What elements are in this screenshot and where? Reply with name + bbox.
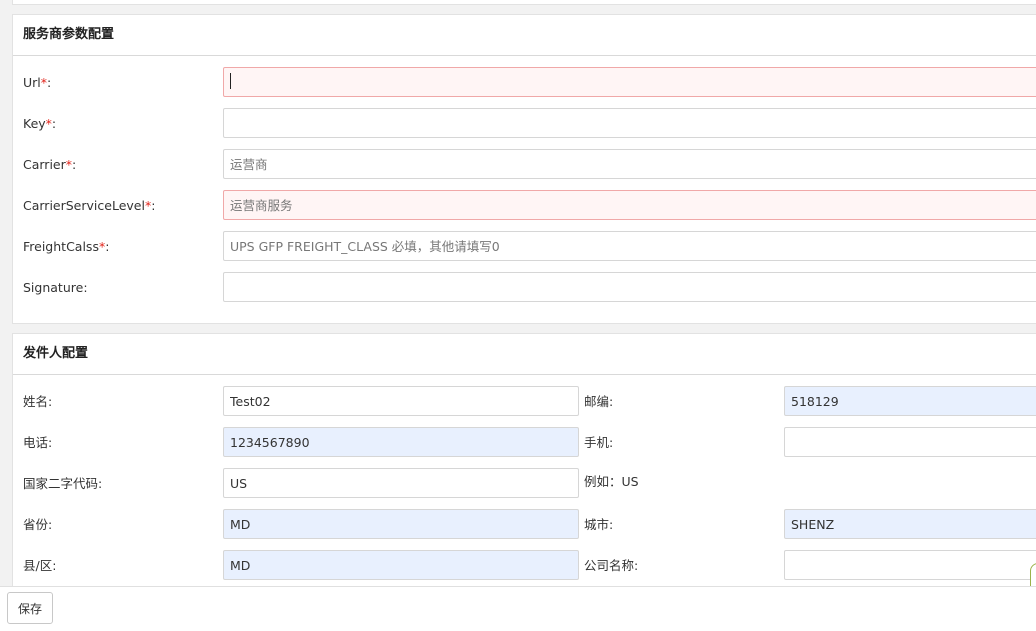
county-label: 县/区: bbox=[23, 558, 57, 573]
service-config-panel: 服务商参数配置 Url*: Key*: Carrier*: CarrierSer… bbox=[12, 14, 1036, 324]
zip-label: 邮编: bbox=[584, 394, 614, 409]
url-input[interactable] bbox=[223, 67, 1036, 97]
county-input[interactable] bbox=[223, 550, 579, 580]
carrier-service-level-row: CarrierServiceLevel*: bbox=[13, 189, 1036, 223]
name-input[interactable] bbox=[223, 386, 579, 416]
city-label: 城市: bbox=[584, 517, 614, 532]
province-input[interactable] bbox=[223, 509, 579, 539]
freight-class-input[interactable] bbox=[223, 231, 1036, 261]
signature-label: Signature: bbox=[23, 280, 88, 295]
freight-class-row: FreightCalss*: bbox=[13, 230, 1036, 264]
carrier-label: Carrier*: bbox=[23, 157, 77, 172]
province-city-row: 省份: 城市: bbox=[13, 508, 1036, 542]
sender-panel-title: 发件人配置 bbox=[13, 334, 1036, 375]
previous-panel-edge bbox=[12, 0, 1036, 5]
phone-mobile-row: 电话: 手机: bbox=[13, 426, 1036, 460]
save-button[interactable]: 保存 bbox=[7, 592, 53, 624]
url-label: Url*: bbox=[23, 75, 52, 90]
country-code-hint: 例如：US bbox=[584, 474, 639, 489]
name-zip-row: 姓名: 邮编: bbox=[13, 385, 1036, 419]
text-cursor bbox=[230, 73, 231, 89]
sender-config-panel: 发件人配置 姓名: 邮编: 电话: 手机: 国家二字代码: 例如：US 省份: … bbox=[12, 333, 1036, 605]
key-label: Key*: bbox=[23, 116, 57, 131]
signature-input[interactable] bbox=[223, 272, 1036, 302]
mobile-label: 手机: bbox=[584, 435, 614, 450]
key-input[interactable] bbox=[223, 108, 1036, 138]
phone-input[interactable] bbox=[223, 427, 579, 457]
company-label: 公司名称: bbox=[584, 558, 639, 573]
freight-class-label: FreightCalss*: bbox=[23, 239, 110, 254]
carrier-service-level-label: CarrierServiceLevel*: bbox=[23, 198, 156, 213]
province-label: 省份: bbox=[23, 517, 53, 532]
signature-row: Signature: bbox=[13, 271, 1036, 305]
mobile-input[interactable] bbox=[784, 427, 1036, 457]
country-row: 国家二字代码: 例如：US bbox=[13, 467, 1036, 501]
country-code-label: 国家二字代码: bbox=[23, 476, 103, 491]
city-input[interactable] bbox=[784, 509, 1036, 539]
country-code-input[interactable] bbox=[223, 468, 579, 498]
zip-input[interactable] bbox=[784, 386, 1036, 416]
company-input[interactable] bbox=[784, 550, 1036, 580]
county-company-row: 县/区: 公司名称: bbox=[13, 549, 1036, 583]
carrier-row: Carrier*: bbox=[13, 148, 1036, 182]
carrier-service-level-input[interactable] bbox=[223, 190, 1036, 220]
service-panel-title: 服务商参数配置 bbox=[13, 15, 1036, 56]
key-row: Key*: bbox=[13, 107, 1036, 141]
url-row: Url*: bbox=[13, 66, 1036, 100]
carrier-input[interactable] bbox=[223, 149, 1036, 179]
action-footer: 保存 bbox=[0, 586, 1036, 631]
name-label: 姓名: bbox=[23, 394, 53, 409]
phone-label: 电话: bbox=[23, 435, 53, 450]
